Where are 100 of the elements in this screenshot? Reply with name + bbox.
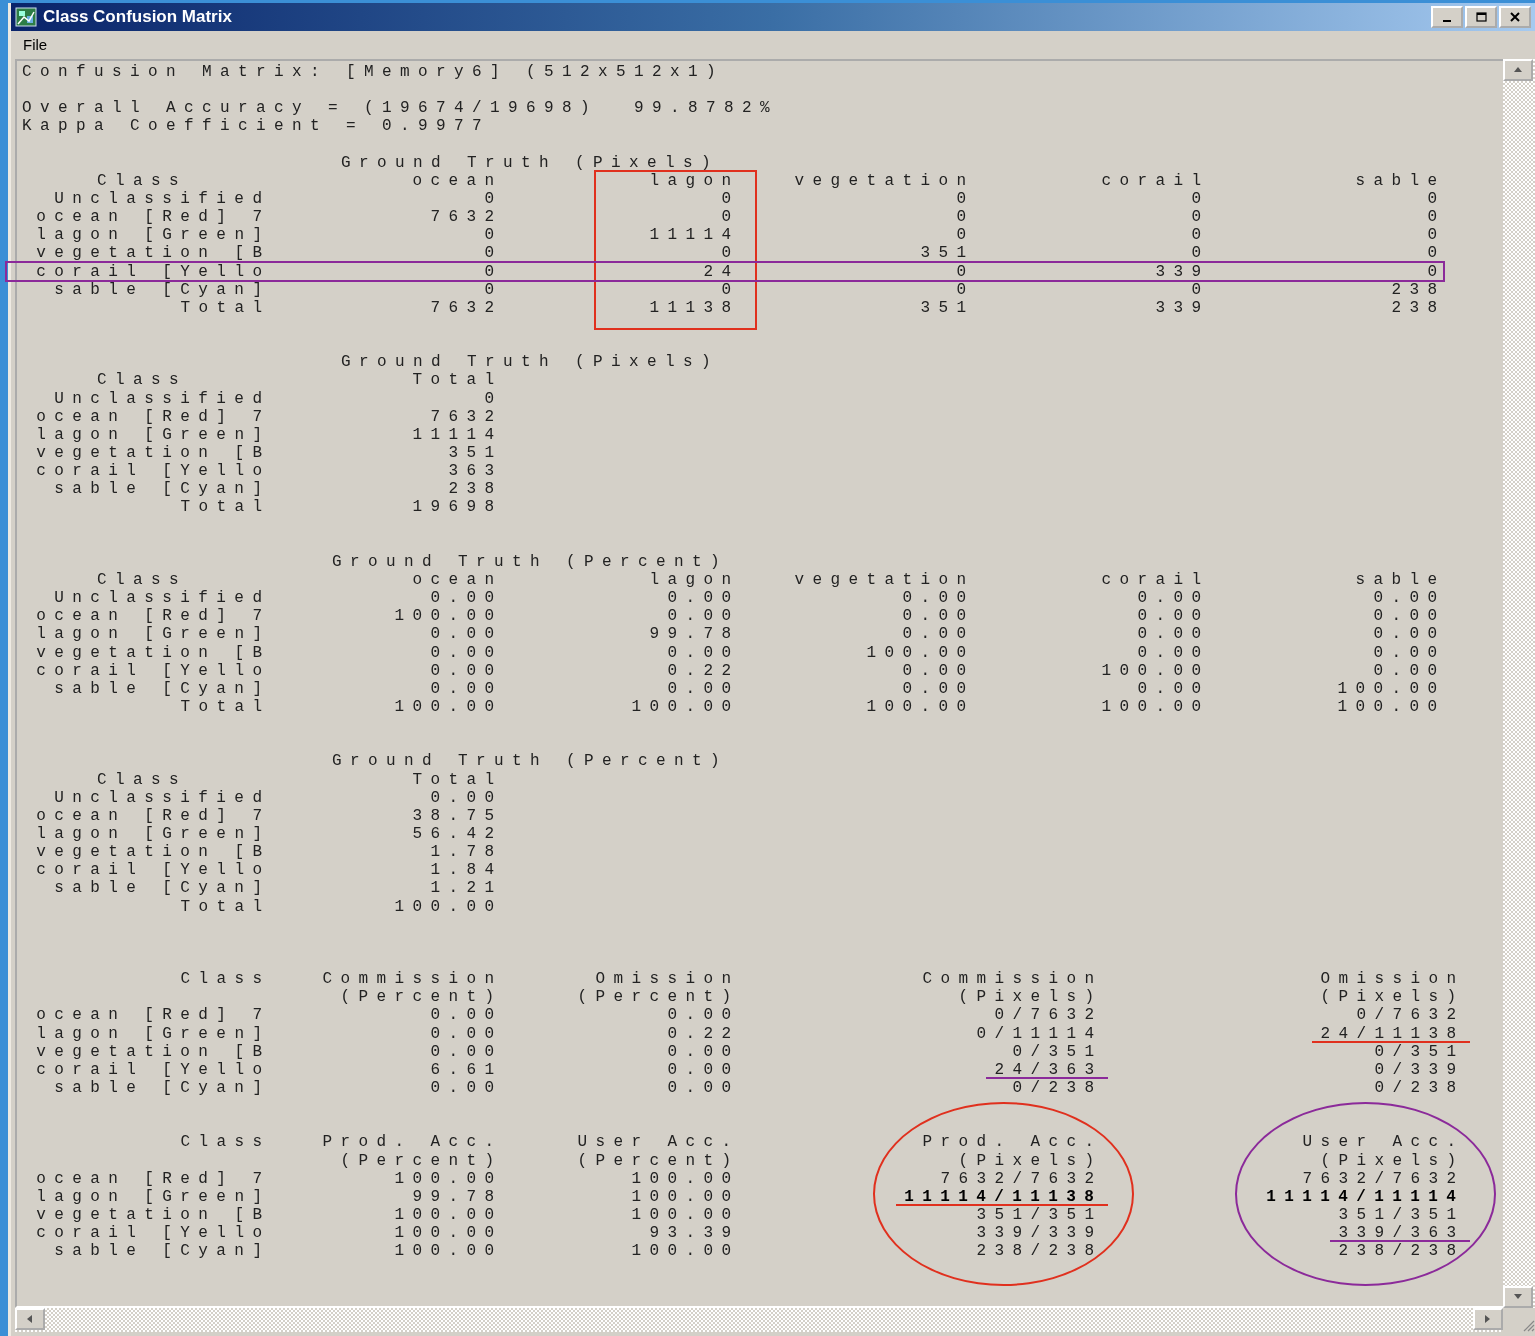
table-cell: 0.00 [902, 679, 975, 698]
table-cell: 351/351 [976, 1205, 1103, 1224]
table-cell: 100.00 [1101, 697, 1210, 716]
resize-grip-icon[interactable] [1521, 1318, 1535, 1332]
row-label: ocean [Red] 7 [36, 1169, 271, 1188]
table-cell: 0.00 [667, 1042, 740, 1061]
table-cell: 99.78 [412, 1187, 503, 1206]
window-title: Class Confusion Matrix [43, 7, 232, 27]
table-cell: 0 [956, 262, 975, 281]
table-cell: 0.00 [1373, 643, 1446, 662]
horizontal-scrollbar[interactable] [15, 1308, 1503, 1332]
table-cell: 100.00 [394, 897, 503, 916]
table-cell: 0.00 [1373, 661, 1446, 680]
column-header: vegetation [794, 171, 975, 190]
report-title: Confusion Matrix: [Memory6] (512x512x1) [22, 63, 726, 82]
minimize-button[interactable] [1431, 6, 1463, 28]
table-cell: 0.00 [1137, 625, 1210, 644]
table-cell: 1.21 [430, 879, 503, 898]
column-header: Total [412, 770, 503, 789]
row-label: Unclassified [54, 389, 271, 408]
table-cell: 100.00 [866, 697, 975, 716]
table-cell: 100.00 [1337, 697, 1446, 716]
table-cell: 0.00 [1137, 607, 1210, 626]
table-cell: 0.00 [1373, 625, 1446, 644]
table-cell: 351 [920, 244, 975, 263]
table-cell: 19698 [412, 498, 503, 517]
scroll-right-button[interactable] [1473, 1308, 1503, 1330]
column-header: Class [180, 970, 271, 989]
scroll-left-button[interactable] [15, 1308, 45, 1330]
column-header: sable [1355, 171, 1446, 190]
table-cell: 0 [956, 190, 975, 208]
table-cell: 351 [920, 298, 975, 317]
table-cell: 0 [1427, 190, 1446, 208]
menu-item[interactable]: File [23, 35, 48, 53]
close-button[interactable] [1499, 6, 1531, 28]
summary-line: Overall Accuracy = (19674/19698) 99.8782% [22, 99, 780, 118]
column-header: vegetation [794, 570, 975, 589]
scroll-down-button[interactable] [1503, 1286, 1533, 1308]
table-cell: 0 [484, 262, 503, 281]
row-label: sable [Cyan] [54, 879, 271, 898]
table-cell: 93.39 [649, 1224, 740, 1243]
table-cell: 0.00 [430, 661, 503, 680]
table-cell: 0 [1427, 208, 1446, 227]
table-cell: 0.00 [430, 1042, 503, 1061]
table-cell: 56.42 [412, 824, 503, 843]
scroll-up-button[interactable] [1503, 59, 1533, 81]
row-label: lagon [Green] [36, 226, 271, 245]
maximize-button[interactable] [1465, 6, 1497, 28]
app-icon [15, 7, 37, 27]
table-cell: 7632/7632 [940, 1169, 1103, 1188]
table-cell: 24 [703, 262, 740, 281]
column-header: Omission [595, 970, 740, 989]
table-cell: 7632 [430, 208, 503, 227]
row-label: lagon [Green] [36, 1187, 271, 1206]
table-cell: 11114/11114 [1266, 1187, 1465, 1206]
table-cell: 0.00 [430, 1078, 503, 1097]
table-cell: 100.00 [631, 1205, 740, 1224]
column-header: (Pixels) [1320, 988, 1465, 1007]
row-label: sable [Cyan] [54, 480, 271, 499]
table-cell: 238/238 [976, 1242, 1103, 1261]
table-cell: 0.00 [902, 661, 975, 680]
row-label: lagon [Green] [36, 1024, 271, 1043]
table-cell: 0.00 [430, 1024, 503, 1043]
column-header: Class [97, 371, 187, 390]
row-label: Total [180, 697, 271, 716]
row-label: corail [Yello [36, 462, 271, 481]
row-label: vegetation [B [36, 1042, 271, 1061]
table-cell: 351 [448, 443, 503, 462]
table-cell: 0.00 [1137, 589, 1210, 608]
vertical-scrollbar[interactable] [1503, 59, 1535, 1308]
table-cell: 100.00 [1337, 679, 1446, 698]
column-header: (Percent) [577, 1151, 740, 1170]
summary-line: Kappa Coefficient = 0.9977 [22, 117, 492, 136]
row-label: corail [Yello [36, 262, 271, 281]
column-header: (Pixels) [1320, 1151, 1465, 1170]
row-label: vegetation [B [36, 443, 271, 462]
table-cell: 0/7632 [994, 1006, 1103, 1025]
table-cell: 0.00 [667, 589, 740, 608]
table-cell: 0/11114 [976, 1024, 1103, 1043]
row-label: lagon [Green] [36, 425, 271, 444]
up-arrow-icon [1513, 65, 1523, 75]
column-header: Commission [322, 970, 503, 989]
table-cell: 0/238 [1012, 1078, 1103, 1097]
column-header: Class [97, 770, 187, 789]
table-cell: 339 [1155, 262, 1210, 281]
table-title: Ground Truth (Percent) [330, 552, 729, 571]
table-cell: 0 [1427, 262, 1446, 281]
column-header: Commission [922, 970, 1103, 989]
column-header: (Pixels) [958, 1151, 1103, 1170]
row-label: vegetation [B [36, 1205, 271, 1224]
table-cell: 0.00 [902, 607, 975, 626]
table-cell: 1.78 [430, 843, 503, 862]
table-cell: 0.00 [430, 1006, 503, 1025]
table-title: Ground Truth (Pixels) [339, 353, 720, 372]
table-cell: 0 [721, 190, 740, 208]
table-cell: 0 [484, 226, 503, 245]
column-header: (Pixels) [958, 988, 1103, 1007]
table-cell: 0 [1191, 208, 1210, 227]
table-cell: 339/339 [976, 1224, 1103, 1243]
minimize-icon [1443, 20, 1451, 22]
